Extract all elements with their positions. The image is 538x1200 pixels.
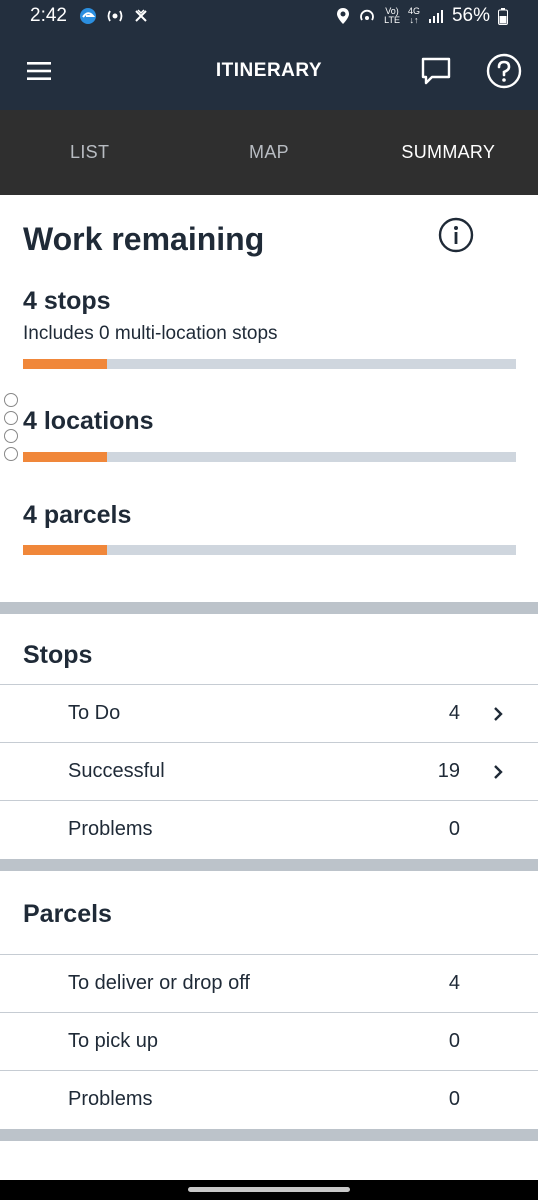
locations-progress-bar	[23, 452, 516, 462]
stops-row-to-do[interactable]: To Do 4	[0, 684, 538, 742]
parcels-row-deliver: To deliver or drop off 4	[0, 954, 538, 1012]
section-divider	[0, 1129, 538, 1141]
drag-handle-dot	[4, 447, 18, 461]
battery-icon	[498, 7, 508, 25]
stops-count: 4 stops	[23, 287, 111, 315]
parcels-row-pick-up: To pick up 0	[0, 1012, 538, 1070]
row-count: 19	[437, 760, 460, 782]
app-bar: ITINERARY	[0, 32, 538, 110]
parcels-section-title: Parcels	[23, 900, 112, 928]
stops-progress-fill	[23, 359, 107, 369]
row-count: 0	[448, 1030, 460, 1052]
section-divider	[0, 602, 538, 614]
broadcast-icon	[107, 10, 123, 22]
work-remaining-title: Work remaining	[23, 221, 265, 257]
page-title: ITINERARY	[215, 60, 323, 81]
summary-content[interactable]: Work remaining 4 stops Includes 0 multi-…	[0, 195, 538, 1180]
network-type-indicator: 4G ↓↑	[407, 6, 420, 25]
parcels-progress-fill	[23, 545, 107, 555]
status-bar: 2:42 Vo) LTE 4G ↓↑ 56%	[0, 0, 538, 32]
stops-row-successful[interactable]: Successful 19	[0, 742, 538, 800]
hotspot-icon	[360, 9, 374, 21]
tab-bar: LIST MAP SUMMARY	[0, 110, 538, 195]
parcels-row-problems: Problems 0	[0, 1070, 538, 1128]
signal-strength-icon	[428, 10, 443, 23]
chevron-right-icon	[494, 706, 503, 721]
tab-summary[interactable]: SUMMARY	[359, 110, 538, 195]
chat-button[interactable]	[416, 51, 456, 91]
info-icon[interactable]	[438, 217, 474, 253]
edge-browser-icon	[79, 8, 96, 24]
help-button[interactable]	[484, 51, 524, 91]
parcels-progress-bar	[23, 545, 516, 555]
row-label: Successful	[68, 760, 165, 782]
status-time: 2:42	[30, 5, 67, 26]
battery-percent: 56%	[451, 5, 490, 26]
system-nav-bar	[0, 1180, 538, 1200]
tab-list[interactable]: LIST	[0, 110, 179, 195]
section-divider	[0, 859, 538, 871]
home-gesture-handle[interactable]	[188, 1187, 350, 1192]
drag-handle-dot	[4, 393, 18, 407]
help-icon	[486, 53, 522, 89]
drag-handle[interactable]	[4, 393, 20, 463]
locations-progress-fill	[23, 452, 107, 462]
chat-icon	[421, 57, 451, 85]
stops-row-problems: Problems 0	[0, 800, 538, 858]
multi-location-note: Includes 0 multi-location stops	[23, 323, 278, 344]
row-label: To Do	[68, 702, 121, 724]
row-label: To deliver or drop off	[68, 972, 250, 994]
stops-section-title: Stops	[23, 641, 93, 669]
cross-icon	[135, 9, 147, 22]
row-count: 4	[448, 702, 460, 724]
drag-handle-dot	[4, 429, 18, 443]
tab-map[interactable]: MAP	[179, 110, 358, 195]
parcels-count: 4 parcels	[23, 501, 132, 529]
row-count: 0	[448, 1088, 460, 1110]
drag-handle-dot	[4, 411, 18, 425]
stops-progress-bar	[23, 359, 516, 369]
row-label: To pick up	[68, 1030, 159, 1052]
chevron-right-icon	[494, 764, 503, 779]
location-pin-icon	[337, 8, 350, 24]
row-count: 0	[448, 818, 460, 840]
volte-indicator: Vo) LTE	[384, 6, 400, 25]
locations-count: 4 locations	[23, 407, 154, 435]
row-label: Problems	[68, 818, 153, 840]
row-count: 4	[448, 972, 460, 994]
row-label: Problems	[68, 1088, 153, 1110]
